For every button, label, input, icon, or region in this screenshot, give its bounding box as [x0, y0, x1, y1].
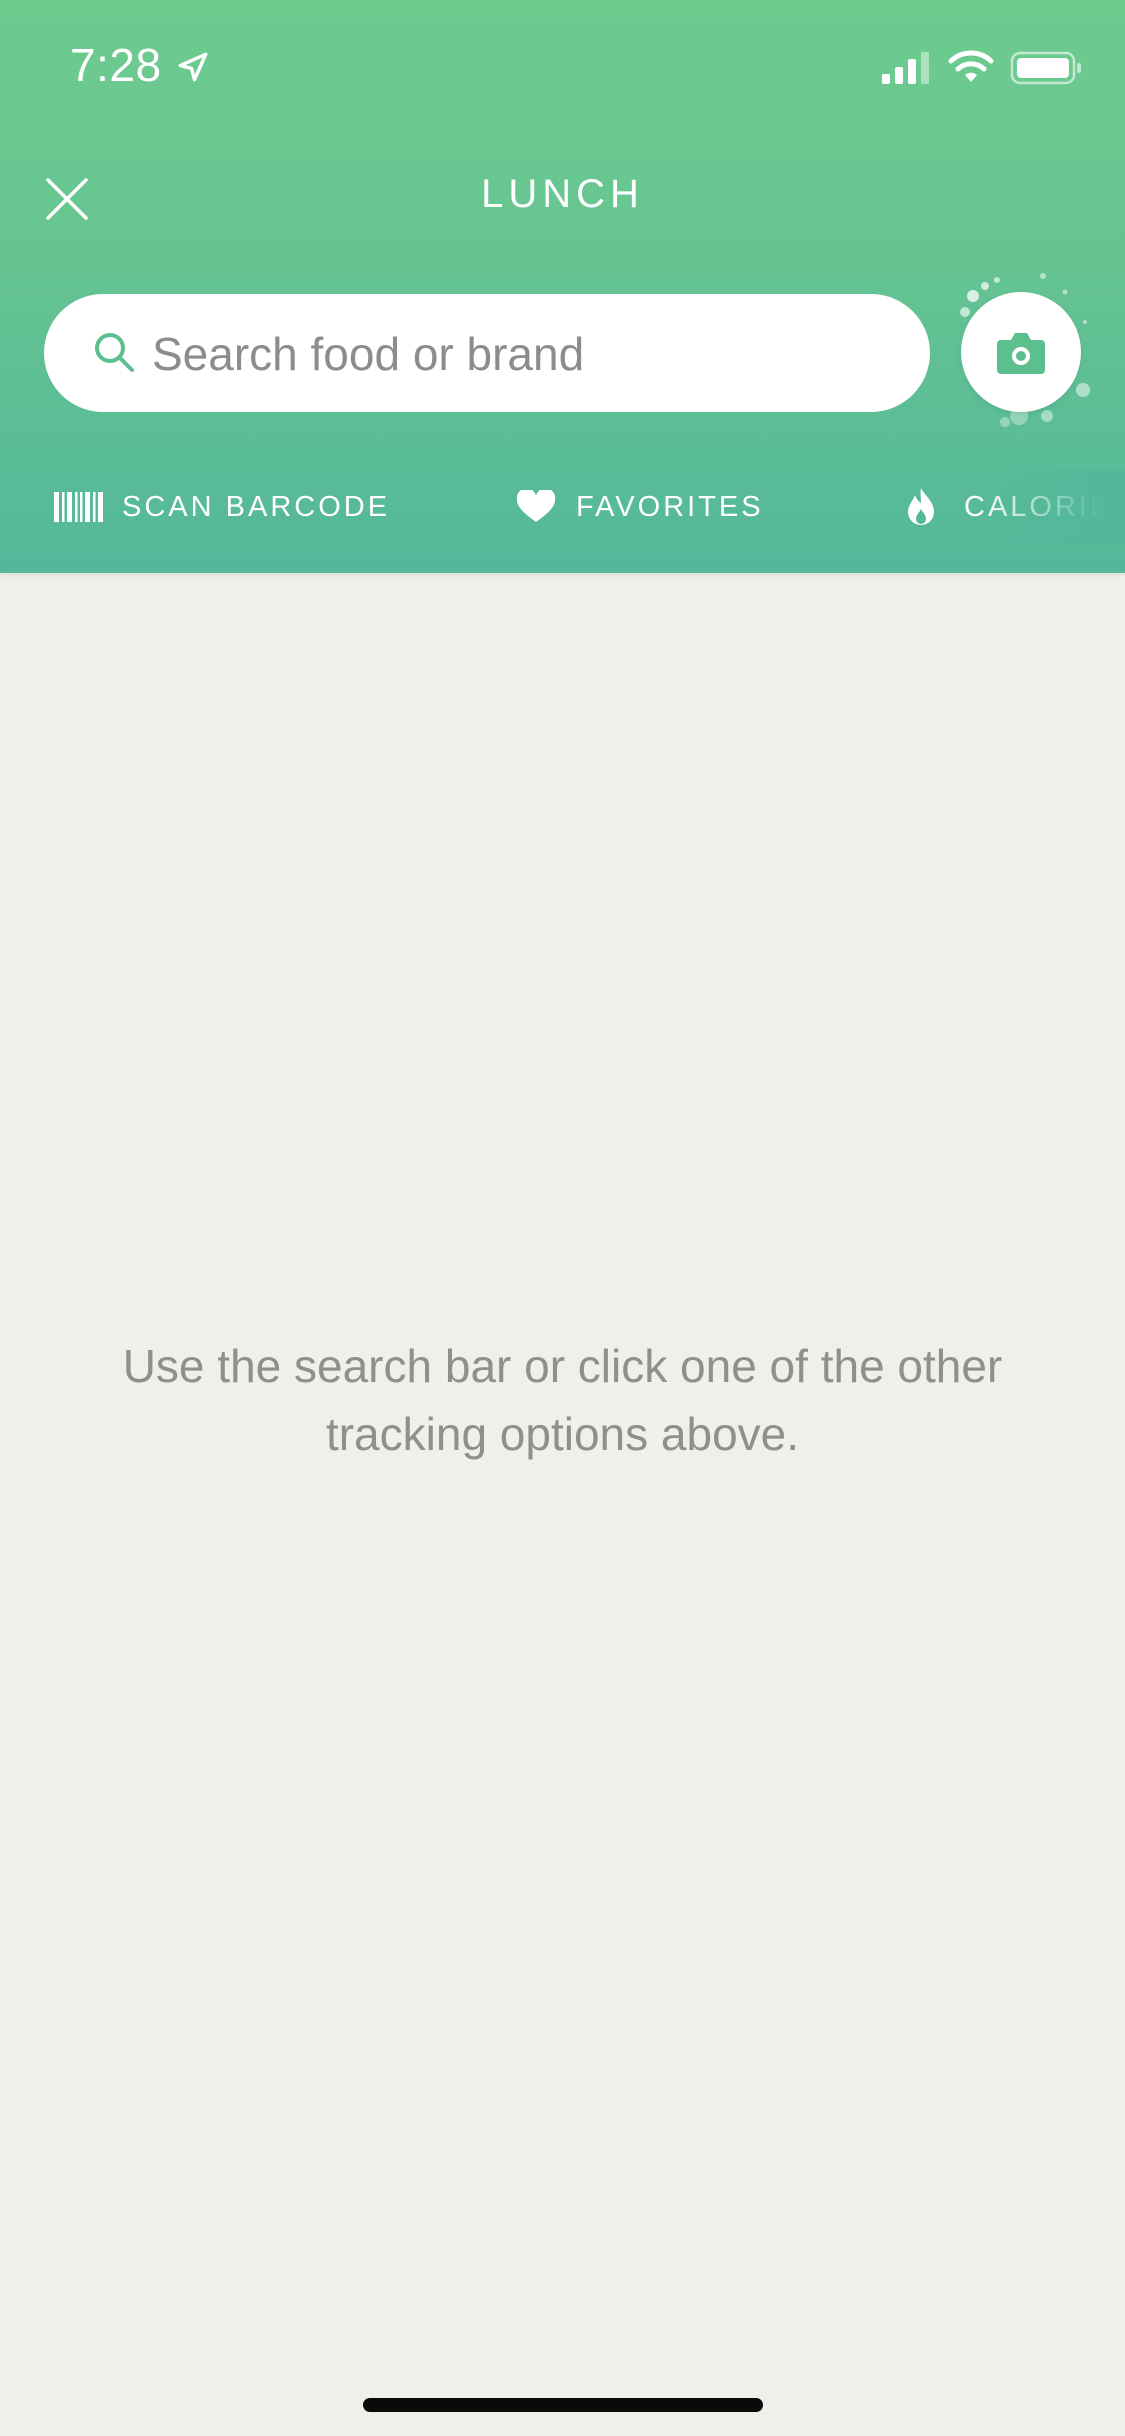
flame-icon	[908, 488, 934, 525]
header: 7:28 LUNCH Search food or brand SCAN BAR…	[0, 0, 1125, 573]
wifi-icon	[948, 50, 994, 82]
page-title: LUNCH	[481, 172, 644, 216]
cellular-signal-icon	[882, 52, 929, 84]
search-bar[interactable]	[44, 294, 930, 414]
barcode-icon	[54, 492, 103, 522]
search-input[interactable]	[150, 294, 894, 414]
camera-icon	[997, 333, 1045, 374]
camera-area	[945, 262, 1095, 432]
favorites-button[interactable]: FAVORITES	[516, 470, 764, 544]
battery-icon	[1010, 51, 1081, 85]
heart-icon	[516, 490, 556, 522]
scan-barcode-button[interactable]: SCAN BARCODE	[54, 470, 390, 544]
favorites-label: FAVORITES	[576, 490, 764, 523]
status-time: 7:28	[70, 39, 162, 91]
calories-button[interactable]: CALORIES	[904, 470, 1125, 544]
empty-state-message: Use the search bar or click one of the o…	[122, 1340, 1003, 1460]
location-arrow-icon	[178, 52, 208, 82]
home-indicator	[363, 2398, 763, 2412]
calories-label: CALORIES	[964, 490, 1125, 523]
search-icon	[95, 333, 134, 372]
camera-button[interactable]	[961, 292, 1081, 412]
scan-barcode-label: SCAN BARCODE	[122, 490, 391, 523]
quick-actions-bar: SCAN BARCODE FAVORITES CALORIES	[0, 470, 1125, 544]
